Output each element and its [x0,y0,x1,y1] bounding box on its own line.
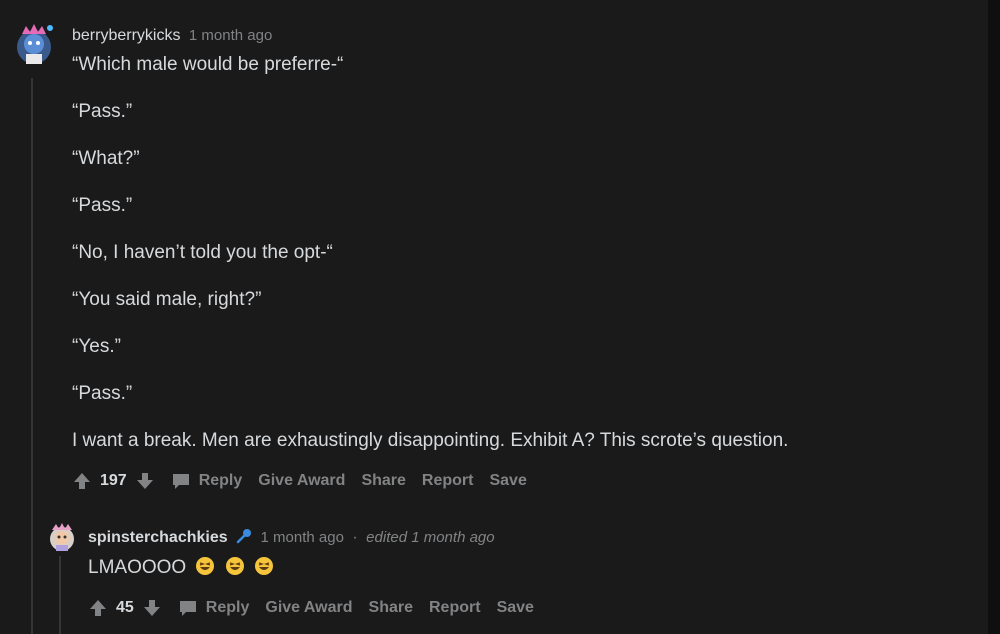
comment-bubble-icon [171,472,191,490]
comment-line: “Pass.” [72,383,133,404]
comment-meta: spinsterchachkies 1 month ago · edited 1… [88,528,495,549]
report-button[interactable]: Report [422,472,474,490]
comment-line: “What?” [72,148,140,169]
laughing-emoji-icon [195,556,215,576]
timestamp[interactable]: 1 month ago [261,529,344,546]
comment-line: “You said male, right?” [72,289,262,310]
downvote-icon[interactable] [142,598,162,618]
separator: · [352,529,358,546]
reply-button[interactable]: Reply [178,599,250,617]
comment-line: “Which male would be preferre-“ [72,54,344,75]
comment-actions: 197 Reply Give Award Share Report Save [72,471,543,491]
thread-collapse-line-child[interactable] [59,556,61,634]
avatar[interactable] [48,522,76,552]
vote-count: 45 [116,599,134,616]
save-button[interactable]: Save [497,599,534,617]
avatar-image [17,24,53,64]
laughing-emoji-icon [254,556,274,576]
comment-text: LMAOOOO [88,556,274,579]
upvote-icon[interactable] [72,471,92,491]
username[interactable]: berryberrykicks [72,27,180,44]
comment-bubble-icon [178,599,198,617]
give-award-button[interactable]: Give Award [265,599,352,617]
username[interactable]: spinsterchachkies [88,529,228,546]
comment-line: “Pass.” [72,195,133,216]
reply-label: Reply [198,472,243,489]
comment-line: “Pass.” [72,101,133,122]
comment-line: I want a break. Men are exhaustingly dis… [72,430,789,451]
thread-collapse-line[interactable] [31,78,33,634]
report-button[interactable]: Report [429,599,481,617]
laughing-emoji-icon [225,556,245,576]
save-button[interactable]: Save [489,472,526,490]
comment-actions: 45 Reply Give Award Share Report Save [88,598,550,618]
reply-button[interactable]: Reply [171,472,243,490]
avatar[interactable] [14,22,54,66]
vote-count: 197 [100,472,127,489]
upvote-icon[interactable] [88,598,108,618]
comment-text-content: LMAOOOO [88,557,187,578]
downvote-icon[interactable] [135,471,155,491]
give-award-button[interactable]: Give Award [258,472,345,490]
microphone-icon [236,528,252,549]
avatar-image [50,523,74,551]
share-button[interactable]: Share [361,472,405,490]
share-button[interactable]: Share [369,599,413,617]
comment-line: “No, I haven’t told you the opt-“ [72,242,333,263]
comment-meta: berryberrykicks 1 month ago [72,27,272,45]
edited-label: edited 1 month ago [366,529,495,546]
scrollbar-track[interactable] [988,0,1000,634]
timestamp[interactable]: 1 month ago [189,27,272,44]
reply-label: Reply [205,599,250,616]
comment-line: “Yes.” [72,336,121,357]
